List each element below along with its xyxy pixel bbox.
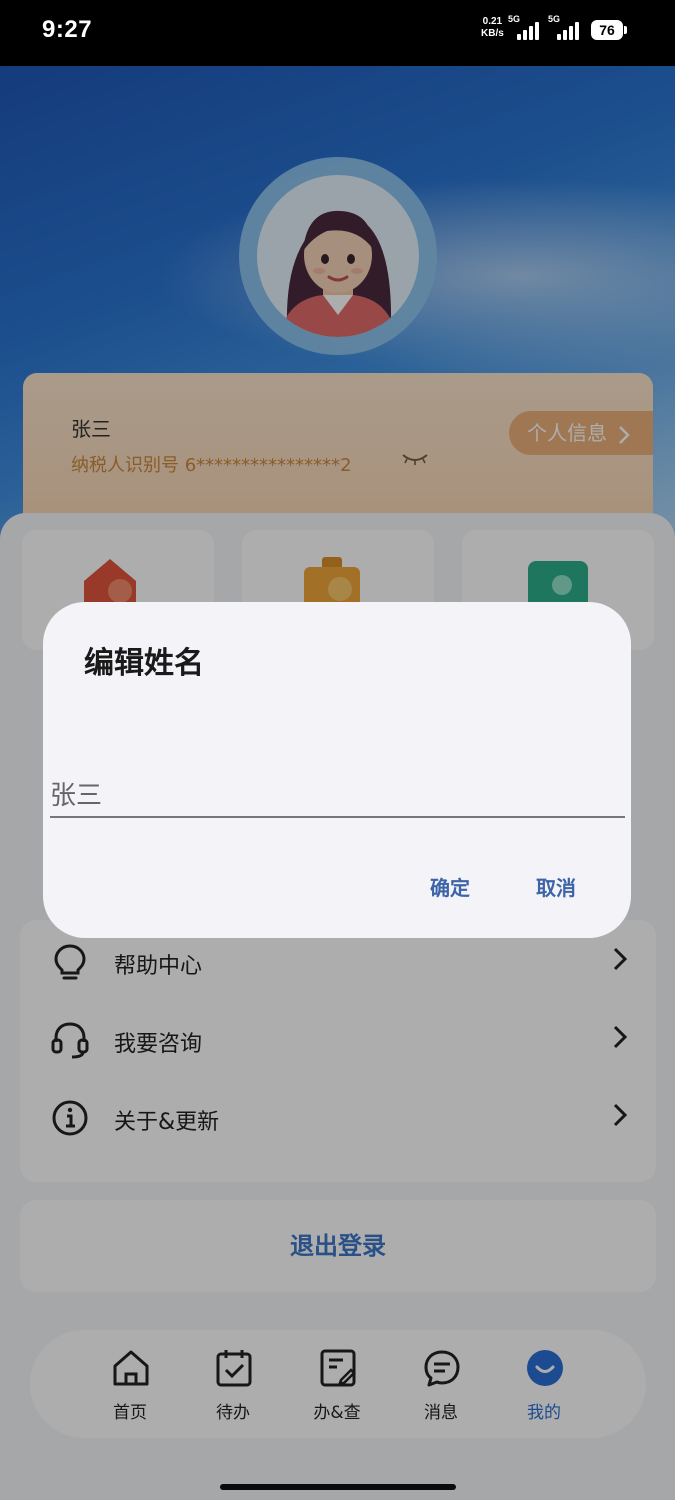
status-bar: 9:27 0.21 KB/s 5G 5G 76 — [0, 0, 675, 66]
network-speed-value: 0.21 — [482, 16, 503, 27]
battery-icon: 76 — [591, 20, 627, 40]
network-speed-unit: KB/s — [481, 28, 504, 39]
dialog-title: 编辑姓名 — [84, 646, 204, 681]
edit-name-dialog: 编辑姓名 确定 取消 — [43, 602, 631, 938]
confirm-button[interactable]: 确定 — [430, 872, 470, 901]
cancel-button[interactable]: 取消 — [536, 872, 576, 901]
network-speed: 0.21 KB/s — [481, 16, 504, 40]
name-input[interactable] — [50, 770, 625, 818]
battery-level: 76 — [591, 20, 623, 40]
status-time: 9:27 — [42, 16, 93, 43]
